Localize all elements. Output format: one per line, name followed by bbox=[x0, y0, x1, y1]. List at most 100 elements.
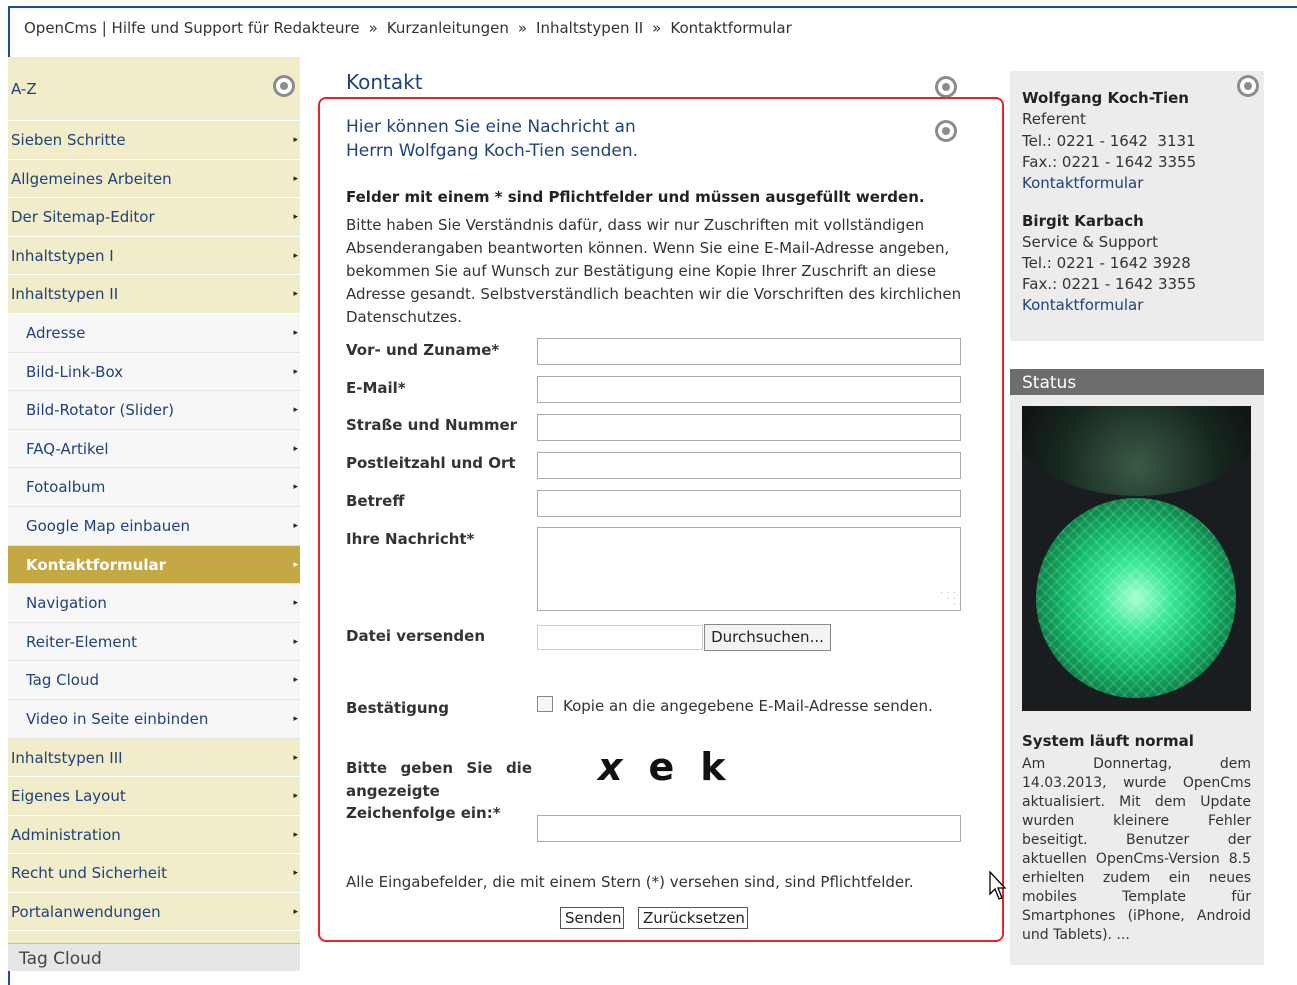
captcha-label-word: geben bbox=[400, 759, 454, 777]
send-button[interactable]: Senden bbox=[560, 907, 624, 929]
chevron-right-icon: ▸ bbox=[293, 675, 298, 686]
sidebar-subitem-reiter-element[interactable]: Reiter-Element ▸ bbox=[8, 622, 300, 662]
required-fields-note: Felder mit einem * sind Pflichtfelder un… bbox=[346, 188, 925, 206]
city-field[interactable] bbox=[537, 452, 961, 479]
sidebar-item-label: Inhaltstypen II bbox=[11, 285, 119, 304]
status-title: System läuft normal bbox=[1022, 732, 1194, 750]
breadcrumb-item-inhaltstypen-ii[interactable]: Inhaltstypen II bbox=[536, 19, 643, 37]
mouse-cursor-icon bbox=[989, 870, 1007, 900]
captcha-input[interactable] bbox=[537, 815, 961, 842]
chevron-right-icon: ▸ bbox=[293, 250, 298, 261]
email-field[interactable] bbox=[537, 376, 961, 403]
sidebar-subitem-google-map[interactable]: Google Map einbauen ▸ bbox=[8, 506, 300, 546]
sidebar-subitem-adresse[interactable]: Adresse ▸ bbox=[8, 313, 300, 353]
edit-gear-icon[interactable] bbox=[935, 76, 957, 98]
breadcrumb-separator: » bbox=[368, 19, 378, 37]
sidebar-navigation: A-Z Sieben Schritte ▸ Allgemeines Arbeite… bbox=[8, 57, 300, 966]
chevron-right-icon: ▸ bbox=[293, 791, 298, 802]
sidebar-item-sitemap-editor[interactable]: Der Sitemap-Editor ▸ bbox=[8, 198, 300, 237]
captcha-char: k bbox=[700, 745, 726, 789]
chevron-right-icon: ▸ bbox=[293, 443, 298, 454]
sidebar-item-label: Tag Cloud bbox=[26, 671, 100, 690]
name-field[interactable] bbox=[537, 338, 961, 365]
sidebar-subitem-tag-cloud[interactable]: Tag Cloud ▸ bbox=[8, 661, 300, 700]
sidebar-item-label: Inhaltstypen I bbox=[11, 246, 114, 265]
required-footnote: Alle Eingabefelder, die mit einem Stern … bbox=[346, 873, 914, 891]
sidebar-subitem-kontaktformular[interactable]: Kontaktformular ▸ bbox=[8, 545, 300, 585]
captcha-char: x bbox=[598, 745, 623, 789]
sidebar-item-label: A-Z bbox=[11, 80, 37, 98]
contact-fax: Fax.: 0221 - 1642 3355 bbox=[1022, 275, 1197, 293]
sidebar-item-label: Navigation bbox=[26, 594, 107, 613]
breadcrumb-item-home[interactable]: OpenCms | Hilfe und Support für Redakteu… bbox=[24, 19, 360, 37]
status-heading: Status bbox=[1010, 369, 1264, 395]
green-traffic-light-image bbox=[1022, 406, 1251, 711]
captcha-label-line: Bitte geben Sie die bbox=[346, 759, 532, 777]
traffic-light-hood bbox=[1022, 406, 1251, 496]
sidebar-item-sieben-schritte[interactable]: Sieben Schritte ▸ bbox=[8, 121, 300, 160]
subject-label: Betreff bbox=[346, 492, 405, 510]
message-label: Ihre Nachricht* bbox=[346, 530, 475, 548]
sidebar-item-label: Allgemeines Arbeiten bbox=[11, 169, 172, 188]
message-textarea[interactable] bbox=[537, 527, 961, 611]
sidebar-item-label: Reiter-Element bbox=[26, 632, 137, 651]
breadcrumb-item-kurzanleitungen[interactable]: Kurzanleitungen bbox=[387, 19, 509, 37]
sidebar-subitem-faq-artikel[interactable]: FAQ-Artikel ▸ bbox=[8, 429, 300, 469]
edit-gear-icon[interactable] bbox=[935, 120, 957, 142]
copy-checkbox[interactable] bbox=[537, 696, 553, 712]
chevron-right-icon: ▸ bbox=[293, 752, 298, 763]
street-field[interactable] bbox=[537, 414, 961, 441]
chevron-right-icon: ▸ bbox=[293, 135, 298, 145]
resize-grip-icon[interactable]: · · · · · · bbox=[940, 589, 958, 611]
contact-form-link[interactable]: Kontaktformular bbox=[1022, 174, 1143, 192]
street-label: Straße und Nummer bbox=[346, 416, 518, 434]
contact-fax: Fax.: 0221 - 1642 3355 bbox=[1022, 153, 1197, 171]
edit-gear-icon[interactable] bbox=[1237, 75, 1259, 97]
sidebar-subitem-video[interactable]: Video in Seite einbinden ▸ bbox=[8, 699, 300, 739]
edit-gear-icon[interactable] bbox=[273, 75, 295, 97]
sidebar-item-portalanwendungen[interactable]: Portalanwendungen ▸ bbox=[8, 892, 300, 932]
sidebar-item-recht-sicherheit[interactable]: Recht und Sicherheit ▸ bbox=[8, 854, 300, 893]
captcha-label-line: angezeigte bbox=[346, 782, 440, 800]
contact-role: Referent bbox=[1022, 110, 1086, 128]
form-intro: Hier können Sie eine Nachricht an Herrn … bbox=[346, 115, 706, 163]
captcha-label-word: Bitte bbox=[346, 759, 388, 777]
form-explanation: Bitte haben Sie Verständnis dafür, dass … bbox=[346, 216, 962, 326]
form-intro-line: Herrn Wolfgang Koch-Tien senden. bbox=[346, 141, 639, 161]
chevron-right-icon: ▸ bbox=[293, 868, 298, 879]
sidebar-item-label: Administration bbox=[11, 825, 121, 844]
chevron-right-icon: ▸ bbox=[293, 327, 298, 338]
copy-checkbox-label[interactable]: Kopie an die angegebene E-Mail-Adresse s… bbox=[563, 697, 933, 715]
sidebar-subitem-bild-link-box[interactable]: Bild-Link-Box ▸ bbox=[8, 352, 300, 392]
browse-button[interactable]: Durchsuchen... bbox=[704, 624, 831, 651]
tag-cloud-heading: Tag Cloud bbox=[8, 943, 300, 971]
sidebar-item-label: Bild-Rotator (Slider) bbox=[26, 401, 175, 420]
chevron-right-icon: ▸ bbox=[293, 906, 298, 917]
subject-field[interactable] bbox=[537, 490, 961, 517]
sidebar-item-inhaltstypen-iii[interactable]: Inhaltstypen III ▸ bbox=[8, 738, 300, 778]
file-path-field[interactable] bbox=[537, 625, 703, 650]
sidebar-item-inhaltstypen-ii[interactable]: Inhaltstypen II ▸ bbox=[8, 275, 300, 314]
sidebar-subitem-navigation[interactable]: Navigation ▸ bbox=[8, 584, 300, 623]
sidebar-item-administration[interactable]: Administration ▸ bbox=[8, 815, 300, 855]
sidebar-item-a-z[interactable]: A-Z bbox=[8, 57, 300, 121]
name-label: Vor- und Zuname* bbox=[346, 341, 500, 359]
sidebar-item-label: Video in Seite einbinden bbox=[26, 709, 209, 728]
chevron-right-icon: ▸ bbox=[293, 212, 298, 223]
form-intro-line: Hier können Sie eine Nachricht an bbox=[346, 117, 636, 137]
contact-name: Wolfgang Koch-Tien bbox=[1022, 89, 1189, 107]
chevron-right-icon: ▸ bbox=[293, 173, 298, 184]
traffic-light-lamp bbox=[1036, 498, 1236, 698]
sidebar-item-eigenes-layout[interactable]: Eigenes Layout ▸ bbox=[8, 777, 300, 816]
reset-button[interactable]: Zurücksetzen bbox=[638, 907, 748, 929]
breadcrumb-separator: » bbox=[652, 19, 662, 37]
breadcrumb-separator: » bbox=[517, 19, 528, 37]
sidebar-item-allgemeines-arbeiten[interactable]: Allgemeines Arbeiten ▸ bbox=[8, 159, 300, 199]
contact-role: Service & Support bbox=[1022, 233, 1158, 251]
sidebar-subitem-bild-rotator[interactable]: Bild-Rotator (Slider) ▸ bbox=[8, 391, 300, 430]
file-label: Datei versenden bbox=[346, 627, 485, 645]
contact-form-link[interactable]: Kontaktformular bbox=[1022, 296, 1143, 314]
captcha-label-word: die bbox=[505, 759, 532, 777]
sidebar-item-inhaltstypen-i[interactable]: Inhaltstypen I ▸ bbox=[8, 236, 300, 276]
sidebar-subitem-fotoalbum[interactable]: Fotoalbum ▸ bbox=[8, 468, 300, 507]
